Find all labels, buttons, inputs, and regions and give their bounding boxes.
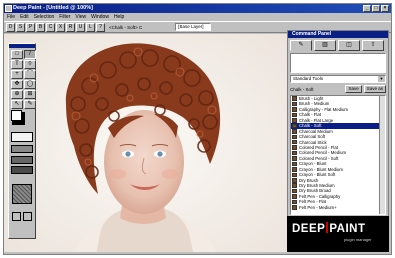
pencil-tool[interactable]: ✎: [24, 100, 36, 109]
texture-swatch[interactable]: [11, 145, 33, 153]
save-toolbar-button[interactable]: P: [26, 22, 35, 32]
brush-preset-icon: [292, 101, 297, 107]
brush-preset-icon: [292, 96, 297, 101]
menu-edit[interactable]: Edit: [20, 13, 29, 21]
tab-layers[interactable]: ◫: [338, 40, 360, 51]
menu-view[interactable]: View: [75, 13, 86, 21]
grid-tool[interactable]: ⊞: [24, 90, 36, 99]
menu-filter[interactable]: Filter: [59, 13, 70, 21]
save-as-button[interactable]: Save as: [363, 85, 386, 93]
texture-swatch-3[interactable]: [11, 166, 33, 174]
title-bar[interactable]: Deep Paint - [Untitled @ 100%] _ □ ×: [4, 4, 391, 13]
text-tool[interactable]: T: [11, 60, 23, 69]
brush-field[interactable]: <Chalk - Soft> C: [109, 25, 142, 30]
texture-swatch-2[interactable]: [11, 156, 33, 164]
window-title: Deep Paint - [Untitled @ 100%]: [13, 5, 93, 11]
preset-list[interactable]: Brush - Light Brush - Medium Calligraphy -…: [290, 95, 386, 215]
foreground-color-swatch[interactable]: [11, 110, 22, 121]
brush-preset-icon: [292, 139, 297, 145]
menu-selection[interactable]: Selection: [34, 13, 55, 21]
chevron-down-icon[interactable]: ▼: [378, 76, 385, 82]
brush-preset-icon: [292, 161, 297, 167]
layer-field[interactable]: [Base Layer]: [175, 23, 212, 31]
portrait-image: [4, 34, 289, 254]
pointer-tool[interactable]: ↖: [11, 100, 23, 109]
help-button[interactable]: ?: [96, 22, 105, 32]
menu-window[interactable]: Window: [91, 13, 109, 21]
brush-preset-icon: [292, 134, 297, 140]
app-icon[interactable]: [5, 5, 12, 12]
current-preset-label: Chalk - Soft: [290, 86, 314, 92]
menu-help[interactable]: Help: [114, 13, 124, 21]
brush-preset-icon: [292, 156, 297, 161]
brush-preset-icon: [292, 178, 297, 183]
tab-brush[interactable]: ✎: [290, 40, 312, 51]
brush-preset-icon: [292, 129, 297, 134]
brush-preset-icon: [292, 167, 297, 172]
select-tool[interactable]: □: [11, 50, 23, 59]
logo-text-deep: DEEP: [292, 223, 326, 235]
deep-paint-logo: DEEP PAINT plugin manager: [287, 216, 389, 252]
close-button[interactable]: ×: [381, 5, 389, 12]
layer-toggle[interactable]: [23, 212, 32, 221]
preset-list-scrollbar[interactable]: [379, 96, 385, 214]
brush-preset-icon: [292, 118, 297, 123]
preset-set-select[interactable]: Standard Tools ▼: [290, 75, 386, 83]
brush-preset-icon: [292, 183, 297, 188]
maximize-button[interactable]: □: [372, 5, 380, 12]
tab-lighting[interactable]: ⇧: [362, 40, 384, 51]
logo-text-paint: PAINT: [329, 223, 366, 235]
fill-tool[interactable]: ◊: [24, 60, 36, 69]
logo-subtitle: plugin manager: [344, 237, 372, 242]
menu-bar: File Edit Selection Filter View Window H…: [4, 13, 391, 21]
brush-preset-icon: [292, 150, 297, 156]
logo-wordmark: DEEP PAINT: [292, 222, 365, 235]
save-button[interactable]: Save: [345, 85, 362, 93]
painting-canvas[interactable]: [4, 34, 289, 254]
brush-preview: [290, 53, 386, 73]
open-button[interactable]: S: [16, 22, 25, 32]
print-button[interactable]: B: [36, 22, 45, 32]
command-panel-title[interactable]: Command Panel: [288, 31, 388, 38]
zoom-tool[interactable]: ⊕: [11, 90, 23, 99]
brush-preset-icon: [292, 112, 297, 118]
brush-preset-icon: [292, 188, 297, 194]
redo-button[interactable]: R: [66, 22, 75, 32]
minimize-button[interactable]: _: [363, 5, 371, 12]
layers-button[interactable]: L: [86, 22, 95, 32]
tools-palette: □ / T ◊ + ⌒ ✥ ◯ ⊕ ⊞ ↖ ✎: [8, 43, 36, 239]
undo-button[interactable]: U: [76, 22, 85, 32]
brush-preset-icon: [292, 145, 297, 150]
preset-set-value: Standard Tools: [293, 76, 323, 81]
copy-button[interactable]: C: [46, 22, 55, 32]
pan-tool[interactable]: ✥: [11, 80, 23, 89]
brush-tool[interactable]: /: [24, 50, 36, 59]
preset-item[interactable]: Felt Pen - Medium+: [291, 205, 385, 210]
new-button[interactable]: D: [6, 22, 15, 32]
brush-preset-icon: [292, 194, 297, 199]
paper-texture-preview[interactable]: [12, 184, 32, 204]
mask-toggle[interactable]: [12, 212, 21, 221]
preset-item-label: Felt Pen - Medium+: [299, 204, 337, 210]
brush-preset-icon: [292, 199, 297, 205]
brush-preset-icon: [292, 205, 297, 210]
cut-button[interactable]: X: [56, 22, 65, 32]
ellipse-tool[interactable]: ◯: [24, 80, 36, 89]
tab-paper[interactable]: ▥: [314, 40, 336, 51]
move-tool[interactable]: +: [11, 70, 23, 79]
brush-preset-icon: [292, 172, 297, 178]
brush-preset-icon: [292, 123, 297, 129]
paper-swatch[interactable]: [11, 132, 33, 142]
status-bar: [4, 252, 289, 254]
menu-file[interactable]: File: [7, 13, 15, 21]
brush-preset-icon: [292, 107, 297, 112]
smudge-tool[interactable]: ⌒: [24, 70, 36, 79]
